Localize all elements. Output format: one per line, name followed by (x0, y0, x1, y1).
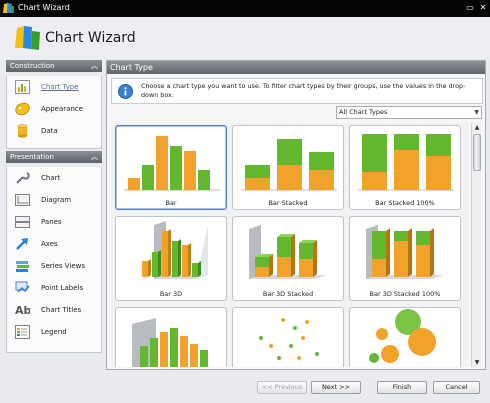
nav-item-appearance[interactable]: Appearance (7, 98, 101, 120)
nav-label: Panes (41, 218, 62, 226)
chart-type-tile-7[interactable] (115, 307, 227, 367)
next-button[interactable]: Next >> (311, 381, 361, 394)
point-labels-icon (15, 281, 30, 293)
series-views-icon (16, 261, 29, 272)
nav-label: Diagram (41, 196, 72, 204)
nav-label: Point Labels (41, 284, 84, 292)
chevron-down-icon[interactable]: ▼ (474, 107, 479, 118)
construction-group-header[interactable]: Construction ︽ (6, 60, 102, 72)
tile-label: Bar Stacked (268, 199, 308, 207)
nav-label: Series Views (41, 262, 86, 270)
page-title: Chart Wizard (45, 30, 136, 46)
chart-type-filter-select[interactable]: All Chart Types ▼ (336, 106, 482, 119)
scrollbar-thumb[interactable] (473, 134, 481, 171)
nav-item-data[interactable]: Data (7, 120, 101, 142)
point-chart-preview (259, 318, 319, 360)
panes-icon (15, 216, 30, 228)
cancel-button[interactable]: Cancel (433, 381, 480, 394)
wizard-header: Chart Wizard (0, 17, 490, 59)
bar-stacked-100-preview (358, 134, 454, 191)
chart-type-panel: Chart Type Choose a chart type you want … (106, 60, 486, 370)
nav-item-chart-type[interactable]: Chart Type (7, 76, 101, 98)
nav-label: Chart (41, 174, 61, 182)
panel-title: Chart Type (107, 61, 485, 74)
nav-item-legend[interactable]: Legend (7, 321, 101, 343)
bar-chart-icon (15, 80, 30, 94)
nav-label: Appearance (41, 105, 84, 113)
text-icon: Ab (15, 304, 30, 317)
nav-item-chart-titles[interactable]: Ab Chart Titles (7, 299, 101, 321)
collapse-icon[interactable]: ︽ (91, 60, 98, 72)
info-text: Choose a chart type you want to use. To … (141, 82, 466, 99)
window-title: Chart Wizard (18, 3, 70, 12)
bar-3d-stacked-100-preview (366, 225, 444, 279)
close-button[interactable]: ✕ (478, 3, 488, 13)
tile-label: Bar 3D Stacked (262, 290, 314, 298)
chart-type-tile-bar-3d[interactable]: Bar 3D (115, 216, 227, 301)
construction-group: Chart Type Appearance Data (6, 76, 102, 149)
app-logo-icon (3, 3, 14, 13)
tile-label: Bar (165, 199, 177, 207)
nav-label: Axes (41, 240, 58, 248)
legend-icon (15, 325, 30, 339)
bar-3d-preview (136, 221, 208, 279)
diagram-icon (15, 194, 30, 206)
tile-label: Bar 3D (159, 290, 183, 298)
wrench-icon (16, 172, 30, 184)
info-icon (118, 84, 133, 99)
chart-wizard-logo-icon (15, 26, 40, 50)
finish-button[interactable]: Finish (377, 381, 427, 394)
palette-icon (15, 102, 30, 116)
minimize-button[interactable]: ▭ (465, 3, 475, 13)
presentation-group-title: Presentation (10, 153, 54, 161)
presentation-group: Chart Diagram Panes Axes Series Views Po… (6, 167, 102, 353)
nav-item-series-views[interactable]: Series Views (7, 255, 101, 277)
axes-arrow-icon (16, 238, 28, 250)
title-bar: Chart Wizard ▭ ✕ (0, 0, 490, 17)
svg-text:Ab: Ab (15, 304, 30, 317)
chart-type-tile-bar-3d-stacked[interactable]: Bar 3D Stacked (232, 216, 344, 301)
nav-item-chart[interactable]: Chart (7, 167, 101, 189)
bar-stacked-preview (241, 139, 337, 191)
nav-item-diagram[interactable]: Diagram (7, 189, 101, 211)
nav-item-axes[interactable]: Axes (7, 233, 101, 255)
nav-label: Chart Type (41, 83, 79, 91)
chart-type-tile-8[interactable] (232, 307, 344, 367)
nav-label: Chart Titles (41, 306, 82, 314)
tile-label: Bar 3D Stacked 100% (369, 290, 441, 298)
nav-item-point-labels[interactable]: Point Labels (7, 277, 101, 299)
previous-button[interactable]: << Previous (257, 381, 307, 394)
nav-label: Legend (41, 328, 67, 336)
construction-group-title: Construction (10, 62, 55, 70)
chart-type-gallery: Bar Bar Stacked Bar Stacked 100% Bar 3D … (111, 123, 468, 367)
collapse-icon[interactable]: ︽ (91, 151, 98, 163)
bubble-chart-preview (369, 309, 436, 363)
chart-type-tile-bar-stacked-100[interactable]: Bar Stacked 100% (349, 125, 461, 210)
tile-label: Bar Stacked 100% (375, 199, 435, 207)
bar-chart-preview (124, 136, 220, 191)
chart-type-tile-bar[interactable]: Bar (115, 125, 227, 210)
filter-selected-value: All Chart Types (339, 108, 388, 116)
chart-type-tile-bar-3d-stacked-100[interactable]: Bar 3D Stacked 100% (349, 216, 461, 301)
nav-item-panes[interactable]: Panes (7, 211, 101, 233)
chart-type-tile-bar-stacked[interactable]: Bar Stacked (232, 125, 344, 210)
info-box: Choose a chart type you want to use. To … (111, 78, 483, 104)
presentation-group-header[interactable]: Presentation ︽ (6, 151, 102, 163)
scroll-up-icon[interactable]: ▲ (472, 123, 482, 132)
bar-3d-stacked-preview (249, 225, 327, 279)
nav-label: Data (41, 127, 58, 135)
scroll-down-icon[interactable]: ▼ (472, 358, 482, 367)
bar-3d-manhattan-preview (132, 318, 208, 367)
navigation-panel: Construction ︽ Chart Type Appearance Dat… (6, 60, 102, 353)
gallery-scrollbar[interactable]: ▲ ▼ (471, 123, 481, 367)
database-icon (17, 124, 28, 138)
chart-type-tile-9[interactable] (349, 307, 461, 367)
